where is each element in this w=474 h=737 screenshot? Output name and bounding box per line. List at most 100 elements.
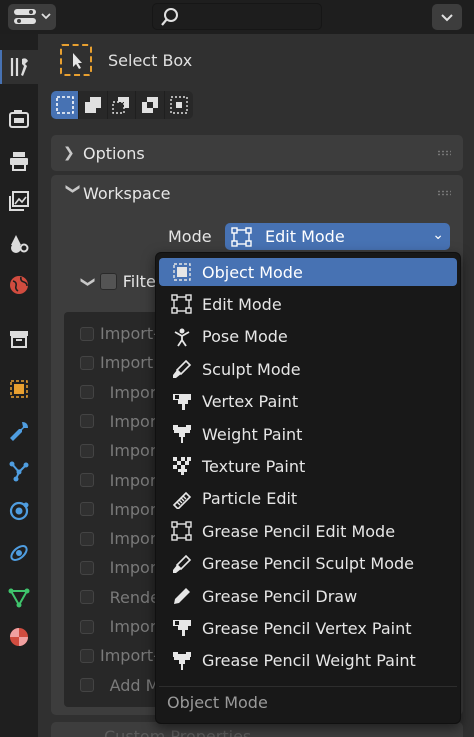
image-stack-icon [9, 191, 29, 211]
addon-checkbox[interactable] [80, 385, 94, 400]
addon-item[interactable]: Import [80, 353, 153, 372]
addon-item[interactable]: Import [80, 558, 163, 577]
addon-label: Impor [109, 411, 157, 431]
addon-checkbox[interactable] [80, 531, 94, 546]
tab-physics[interactable] [0, 494, 38, 528]
menu-item-label: Texture Paint [202, 456, 306, 476]
addon-label: Impor [109, 441, 157, 461]
tab-material[interactable] [0, 620, 38, 654]
mode-set-icon [55, 96, 74, 114]
addon-item[interactable]: Add M [80, 676, 159, 695]
workspace-panel-title: Workspace [83, 183, 171, 203]
tab-render[interactable] [0, 102, 38, 136]
drag-grip-icon[interactable] [437, 190, 451, 196]
particles-icon [9, 461, 29, 482]
search-icon [161, 8, 178, 26]
addon-label: Impor [109, 470, 157, 490]
addon-checkbox[interactable] [80, 355, 94, 370]
workspace-panel-header[interactable]: ❯ Workspace [51, 175, 463, 211]
addon-checkbox[interactable] [80, 473, 94, 487]
menu-item-grease-pencil-weight-paint[interactable]: Grease Pencil Weight Paint [159, 647, 457, 675]
addon-checkbox[interactable] [80, 678, 94, 693]
chevron-down-icon: ❯ [65, 183, 81, 195]
weight-paint-icon [171, 650, 193, 672]
tab-constraints[interactable] [0, 536, 38, 570]
mode-intersect-button[interactable] [165, 91, 193, 119]
addon-item[interactable]: Impor [80, 500, 156, 519]
tab-scene[interactable] [0, 226, 38, 260]
addon-item[interactable]: Impor [80, 412, 156, 431]
tab-output[interactable] [0, 144, 38, 178]
mode-invert-button[interactable] [136, 91, 165, 119]
mode-subtract-icon [112, 97, 130, 114]
menu-item-label: Grease Pencil Edit Mode [202, 521, 396, 541]
chevron-down-icon: ❯ [79, 275, 96, 288]
menu-item-grease-pencil-draw[interactable]: Grease Pencil Draw [159, 582, 457, 610]
properties-editor-icon [14, 9, 51, 24]
properties-tab-strip [0, 34, 38, 737]
menu-item-pose-mode[interactable]: Pose Mode [159, 323, 457, 351]
object-square-icon [10, 380, 28, 398]
constraint-icon [10, 545, 28, 561]
menu-item-label: Vertex Paint [202, 392, 299, 412]
menu-item-sculpt-mode[interactable]: Sculpt Mode [159, 355, 457, 383]
tab-collection[interactable] [0, 322, 38, 356]
edit-mode-icon [231, 226, 252, 247]
options-panel[interactable]: ❯ Options [51, 135, 463, 171]
menu-item-label: Grease Pencil Sculpt Mode [202, 554, 415, 574]
menu-item-grease-pencil-sculpt-mode[interactable]: Grease Pencil Sculpt Mode [159, 550, 457, 578]
addon-checkbox[interactable] [80, 326, 94, 341]
addon-item[interactable]: Import- [80, 646, 159, 665]
menu-item-texture-paint[interactable]: Texture Paint [159, 452, 457, 480]
addon-checkbox[interactable] [80, 619, 94, 634]
select-box-cursor-icon [73, 53, 82, 69]
menu-item-grease-pencil-vertex-paint[interactable]: Grease Pencil Vertex Paint [159, 614, 457, 642]
mode-set-button[interactable] [51, 91, 80, 119]
active-tool-icon[interactable] [60, 44, 92, 76]
comb-icon [171, 488, 193, 510]
header-menu-button[interactable] [432, 4, 462, 30]
globe-icon [10, 276, 28, 294]
tab-data[interactable] [0, 580, 38, 614]
menu-item-particle-edit[interactable]: Particle Edit [159, 485, 457, 513]
editor-type-button[interactable] [8, 4, 56, 30]
menu-item-weight-paint[interactable]: Weight Paint [159, 420, 457, 448]
drag-grip-icon[interactable] [437, 150, 451, 156]
mode-subtract-button[interactable] [108, 91, 137, 119]
tab-modifiers[interactable] [0, 414, 38, 448]
menu-item-vertex-paint[interactable]: Vertex Paint [159, 388, 457, 416]
menu-item-grease-pencil-edit-mode[interactable]: Grease Pencil Edit Mode [159, 517, 457, 545]
addon-checkbox[interactable] [80, 443, 94, 458]
mesh-triangle-icon [8, 588, 30, 608]
physics-orbit-icon [9, 501, 29, 521]
addon-checkbox[interactable] [80, 590, 94, 605]
addon-item[interactable]: Rende [80, 588, 160, 607]
addon-label: Impor [109, 382, 157, 402]
menu-item-object-mode[interactable]: Object Mode [159, 258, 457, 286]
addon-checkbox[interactable] [80, 560, 94, 575]
addon-checkbox[interactable] [80, 648, 94, 663]
mode-dropdown[interactable]: Edit Mode ⌄ [225, 223, 450, 250]
tab-particles[interactable] [0, 454, 38, 488]
addon-checkbox[interactable] [80, 414, 94, 429]
properties-header [0, 0, 474, 34]
pose-mode-icon [171, 326, 193, 348]
filter-addons-checkbox[interactable] [99, 273, 117, 290]
menu-item-label: Sculpt Mode [202, 359, 301, 379]
addon-checkbox[interactable] [80, 502, 94, 517]
tab-view-layer[interactable] [0, 184, 38, 218]
tab-world[interactable] [0, 268, 38, 302]
addon-item[interactable]: Impor [80, 617, 156, 636]
menu-item-edit-mode[interactable]: Edit Mode [159, 290, 457, 318]
addon-item[interactable]: Impor [80, 529, 156, 548]
mode-extend-button[interactable] [79, 91, 108, 119]
filter-addons-row[interactable]: ❯ Filte [79, 272, 156, 291]
tab-object[interactable] [0, 372, 38, 406]
search-input[interactable] [152, 3, 322, 30]
addon-item[interactable]: Import- [80, 324, 159, 343]
tab-tool[interactable] [0, 50, 38, 84]
addon-item[interactable]: Impor [80, 441, 156, 460]
addon-label: Add M [109, 675, 160, 695]
addon-item[interactable]: Impor [80, 383, 156, 402]
addon-item[interactable]: Impor [80, 471, 156, 490]
